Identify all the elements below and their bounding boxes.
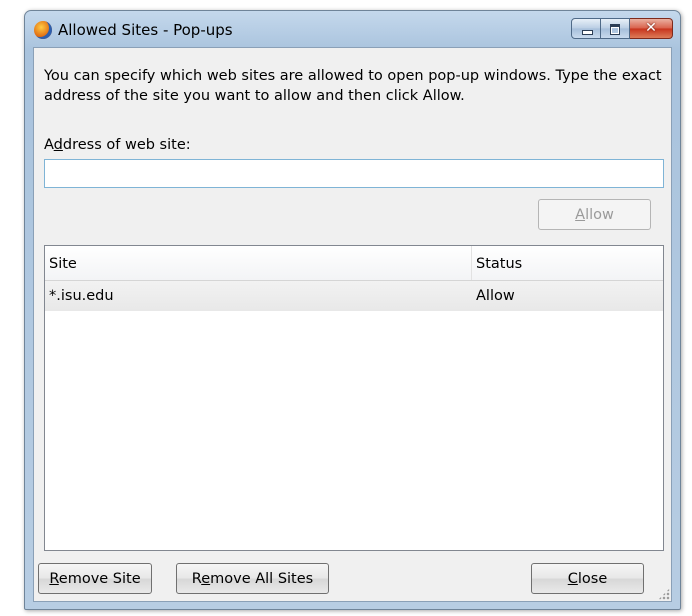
- address-input[interactable]: [44, 159, 664, 188]
- column-header-status[interactable]: Status: [472, 246, 662, 280]
- title-bar[interactable]: Allowed Sites - Pop-ups ✕: [25, 11, 680, 47]
- minimize-button[interactable]: [571, 18, 601, 39]
- dialog-content: You can specify which web sites are allo…: [33, 47, 672, 602]
- allow-button[interactable]: Allow: [538, 199, 651, 230]
- address-label: Address of web site:: [44, 137, 191, 153]
- description-text: You can specify which web sites are allo…: [44, 68, 662, 104]
- column-header-site[interactable]: Site: [45, 246, 472, 280]
- window-title: Allowed Sites - Pop-ups: [58, 21, 233, 39]
- close-icon: ✕: [645, 20, 657, 36]
- remove-site-button[interactable]: Remove Site: [38, 563, 152, 594]
- table-header: Site Status: [45, 246, 663, 281]
- table-row[interactable]: *.isu.edu Allow: [45, 281, 663, 311]
- cell-site: *.isu.edu: [49, 288, 114, 304]
- remove-all-sites-button[interactable]: Remove All Sites: [176, 563, 329, 594]
- sites-table[interactable]: Site Status *.isu.edu Allow: [44, 245, 664, 551]
- close-window-button[interactable]: ✕: [630, 18, 673, 39]
- maximize-button[interactable]: [601, 18, 630, 39]
- allowed-sites-window: Allowed Sites - Pop-ups ✕ You can specif…: [24, 10, 681, 610]
- close-button[interactable]: Close: [531, 563, 644, 594]
- caption-buttons: ✕: [571, 18, 673, 39]
- resize-grip-icon[interactable]: [658, 588, 670, 600]
- firefox-icon: [34, 21, 52, 39]
- cell-status: Allow: [476, 288, 515, 304]
